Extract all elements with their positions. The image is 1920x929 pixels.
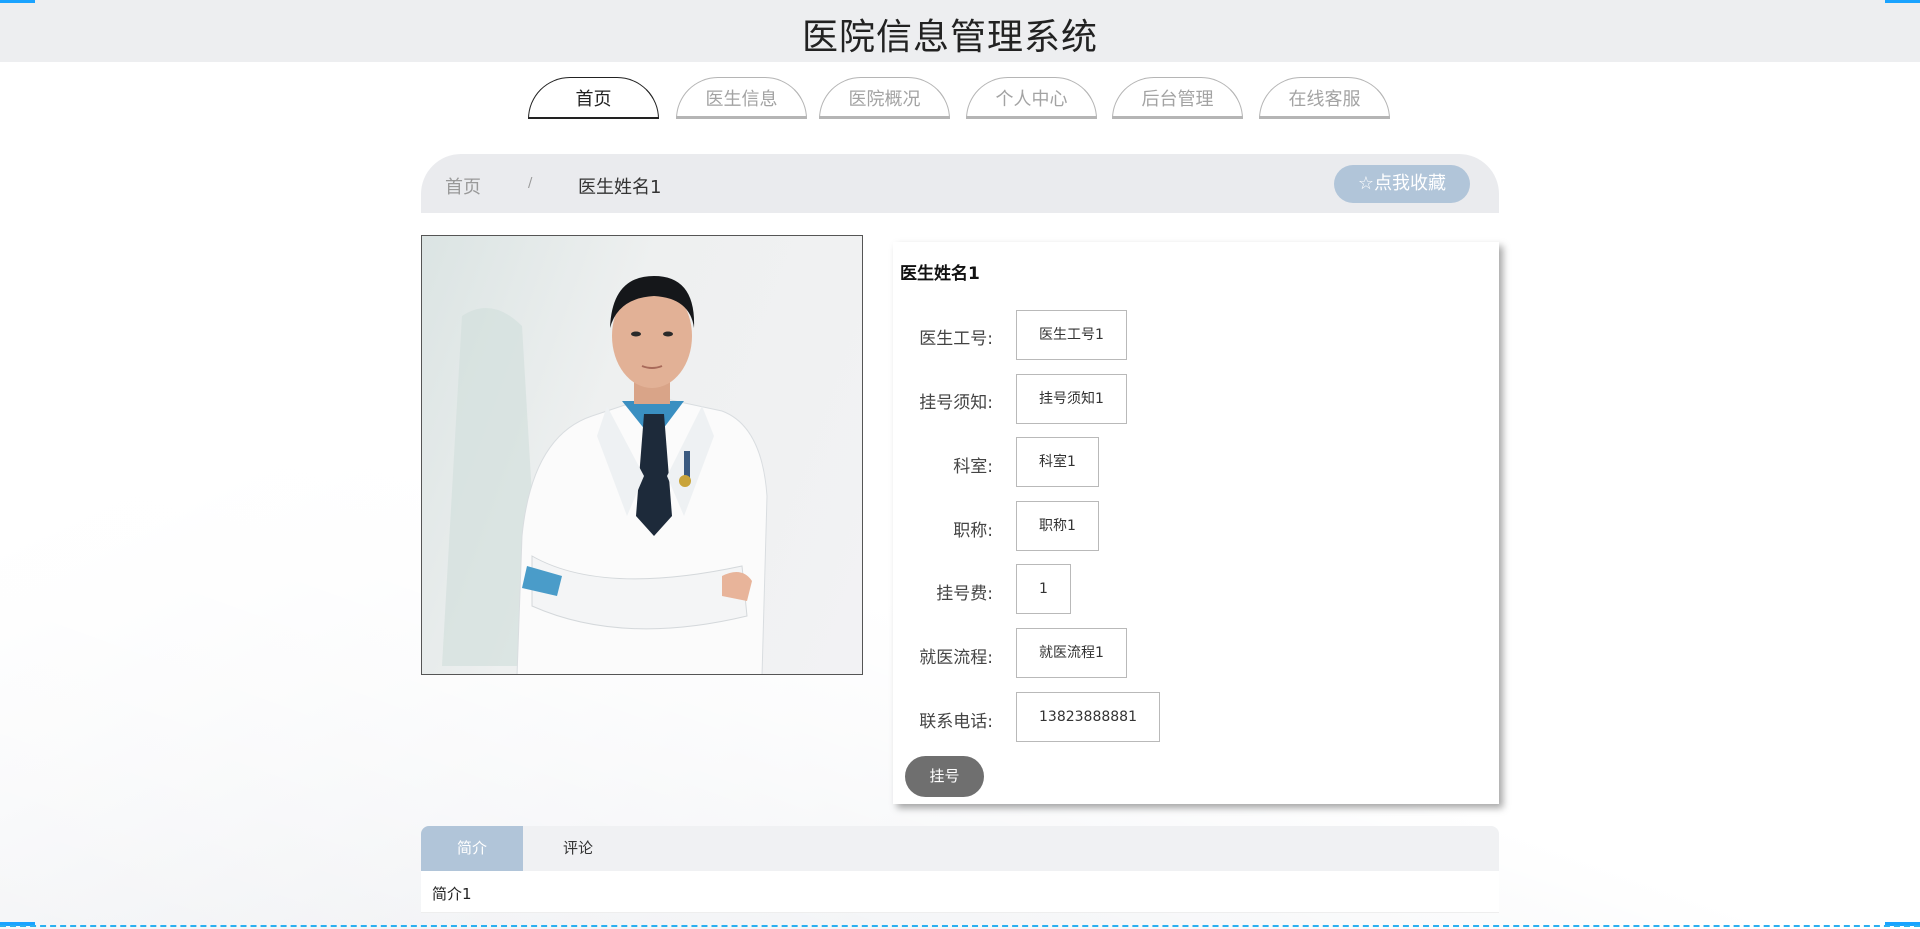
field-value-registration-notice: 挂号须知1 (1016, 374, 1127, 424)
field-label-doctor-id: 医生工号: (919, 329, 993, 349)
tab-content-panel (421, 871, 1499, 913)
nav-item-home[interactable]: 首页 (528, 77, 659, 119)
field-label-registration-notice: 挂号须知: (919, 393, 993, 413)
site-title: 医院信息管理系统 (801, 17, 1098, 58)
corner-decoration-top-right (1885, 0, 1920, 3)
field-label-registration-fee: 挂号费: (936, 584, 993, 604)
nav-item-personal-center[interactable]: 个人中心 (966, 77, 1097, 119)
field-value-doctor-id: 医生工号1 (1016, 310, 1127, 360)
breadcrumb-current: 医生姓名1 (578, 177, 662, 198)
nav-item-hospital-overview[interactable]: 医院概况 (819, 77, 950, 119)
field-value-title: 职称1 (1016, 501, 1099, 551)
field-value-phone: 13823888881 (1016, 692, 1160, 742)
doctor-portrait-illustration (442, 276, 768, 674)
nav-item-doctor-info[interactable]: 医生信息 (676, 77, 807, 119)
doctor-name: 医生姓名1 (900, 264, 980, 284)
field-label-title: 职称: (953, 521, 993, 541)
breadcrumb-separator: / (528, 176, 533, 191)
field-label-treatment-process: 就医流程: (919, 648, 993, 668)
tab-introduction[interactable]: 简介 (421, 826, 523, 871)
star-outline-icon: ☆ (1357, 173, 1375, 194)
bottom-dashed-divider (0, 925, 1920, 927)
register-button[interactable]: 挂号 (905, 756, 984, 797)
field-value-treatment-process: 就医流程1 (1016, 628, 1127, 678)
field-value-registration-fee: 1 (1016, 564, 1071, 614)
introduction-text: 简介1 (432, 885, 472, 903)
favorite-label: 点我收藏 (1374, 173, 1447, 194)
field-label-department: 科室: (953, 457, 993, 477)
corner-decoration-top-left (0, 0, 35, 3)
breadcrumb-home-link[interactable]: 首页 (445, 173, 481, 199)
nav-item-online-service[interactable]: 在线客服 (1259, 77, 1390, 119)
doctor-photo (421, 235, 863, 675)
field-label-phone: 联系电话: (919, 712, 993, 732)
favorite-button[interactable]: ☆点我收藏 (1334, 165, 1470, 203)
tab-comments[interactable]: 评论 (523, 826, 633, 871)
nav-item-admin[interactable]: 后台管理 (1112, 77, 1243, 119)
site-header: 医院信息管理系统 (0, 0, 1920, 62)
field-value-department: 科室1 (1016, 437, 1099, 487)
